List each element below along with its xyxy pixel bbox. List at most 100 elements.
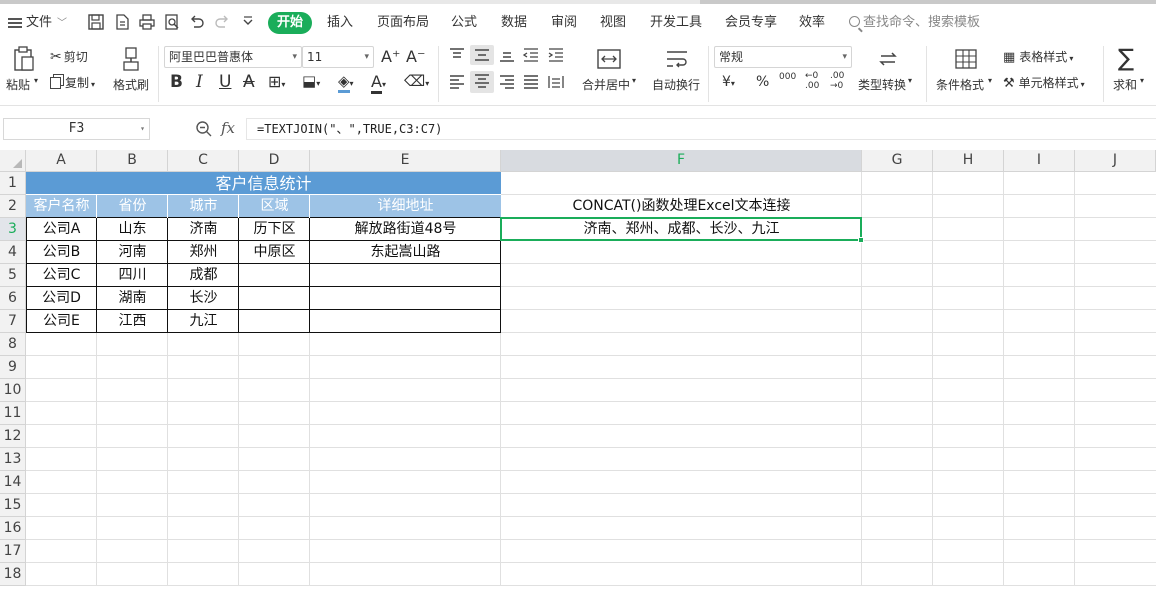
row-header-13[interactable]: 13 [0, 448, 26, 471]
data-cell[interactable] [239, 287, 310, 310]
data-cell[interactable] [310, 310, 501, 333]
row-header-12[interactable]: 12 [0, 425, 26, 448]
data-cell[interactable]: 公司E [26, 310, 97, 333]
row-header-7[interactable]: 7 [0, 310, 26, 333]
data-cell[interactable]: 公司C [26, 264, 97, 287]
column-header-d[interactable]: D [239, 150, 310, 172]
data-cell[interactable]: 公司B [26, 241, 97, 264]
header-cell[interactable]: 省份 [97, 195, 168, 218]
data-cell[interactable]: 山东 [97, 218, 168, 241]
row-header-15[interactable]: 15 [0, 494, 26, 517]
strikethrough-icon[interactable]: A [243, 72, 255, 92]
wrap-text-button[interactable]: 自动换行 [650, 44, 704, 102]
cut-button[interactable]: ✂ 剪切 [50, 48, 88, 65]
name-box[interactable]: F3 ▾ [3, 118, 150, 140]
tab-home[interactable]: 开始 [268, 12, 313, 34]
data-cell[interactable]: 河南 [97, 241, 168, 264]
row-header-2[interactable]: 2 [0, 195, 26, 218]
data-cell[interactable] [239, 310, 310, 333]
header-cell[interactable]: 客户名称 [26, 195, 97, 218]
column-header-f[interactable]: F [501, 150, 862, 172]
select-all-corner[interactable] [0, 150, 26, 172]
thousands-separator-icon[interactable]: 000 [779, 72, 796, 82]
fill-color-icon[interactable]: ◈▾ [338, 72, 354, 93]
underline-icon[interactable]: U [219, 72, 231, 92]
decrease-decimal-icon[interactable]: .00 →0 [830, 71, 844, 91]
table-style-button[interactable]: ▦ 表格样式 ▾ [1003, 48, 1073, 65]
tab-developer[interactable]: 开发工具 [650, 12, 702, 34]
tab-efficiency[interactable]: 效率 [799, 12, 825, 34]
print-preview-icon[interactable] [163, 13, 181, 31]
row-header-5[interactable]: 5 [0, 264, 26, 287]
font-size-select[interactable]: 11 ▾ [302, 46, 374, 68]
redo-icon[interactable] [213, 13, 231, 31]
number-format-select[interactable]: 常规 ▾ [714, 46, 852, 68]
row-header-17[interactable]: 17 [0, 540, 26, 563]
data-cell[interactable]: 成都 [168, 264, 239, 287]
distributed-align-icon[interactable] [547, 74, 565, 90]
export-pdf-icon[interactable] [113, 13, 131, 31]
cell-style-button[interactable]: ⚒ 单元格样式 ▾ [1003, 74, 1085, 91]
quick-access-more-icon[interactable] [239, 13, 257, 31]
align-top-icon[interactable] [448, 47, 466, 63]
increase-decimal-icon[interactable]: ←0.00 [805, 71, 819, 91]
cell-shape-icon[interactable]: ⬓▾ [302, 72, 320, 90]
header-cell[interactable]: 详细地址 [310, 195, 501, 218]
data-cell[interactable]: 江西 [97, 310, 168, 333]
fill-handle[interactable] [858, 237, 864, 243]
data-cell[interactable]: 济南 [168, 218, 239, 241]
column-header-g[interactable]: G [862, 150, 933, 172]
data-cell[interactable]: 公司D [26, 287, 97, 310]
tab-page-layout[interactable]: 页面布局 [377, 12, 429, 34]
tab-view[interactable]: 视图 [600, 12, 626, 34]
data-cell[interactable]: 历下区 [239, 218, 310, 241]
increase-font-icon[interactable]: A⁺ [381, 47, 400, 66]
data-cell[interactable] [239, 264, 310, 287]
row-header-6[interactable]: 6 [0, 287, 26, 310]
row-header-10[interactable]: 10 [0, 379, 26, 402]
row-header-8[interactable]: 8 [0, 333, 26, 356]
active-cell-selection[interactable] [500, 217, 864, 243]
type-convert-button[interactable]: 类型转换 ▾ [858, 44, 918, 102]
clear-format-icon[interactable]: ⌫▾ [404, 72, 429, 90]
data-cell[interactable]: 四川 [97, 264, 168, 287]
row-header-1[interactable]: 1 [0, 172, 26, 195]
currency-icon[interactable]: ¥▾ [722, 74, 735, 90]
data-cell[interactable] [310, 264, 501, 287]
paste-button[interactable]: 粘贴 ▾ [6, 44, 42, 102]
header-cell[interactable]: 城市 [168, 195, 239, 218]
percent-icon[interactable]: % [756, 74, 769, 90]
print-icon[interactable] [138, 13, 156, 31]
data-cell[interactable]: 湖南 [97, 287, 168, 310]
f2-label-cell[interactable]: CONCAT()函数处理Excel文本连接 [501, 195, 862, 218]
increase-indent-icon[interactable] [547, 47, 565, 63]
align-bottom-icon[interactable] [498, 47, 516, 63]
row-header-16[interactable]: 16 [0, 517, 26, 540]
data-cell[interactable]: 中原区 [239, 241, 310, 264]
font-color-icon[interactable]: A▾ [371, 72, 386, 94]
data-cell[interactable]: 东起嵩山路 [310, 241, 501, 264]
data-cell[interactable]: 长沙 [168, 287, 239, 310]
conditional-format-button[interactable]: 条件格式 ▾ [936, 44, 996, 102]
data-cell[interactable] [310, 287, 501, 310]
column-header-c[interactable]: C [168, 150, 239, 172]
formula-input[interactable]: =TEXTJOIN("、",TRUE,C3:C7) [246, 118, 1156, 140]
header-cell[interactable]: 区域 [239, 195, 310, 218]
format-painter-button[interactable]: 格式刷 [112, 44, 152, 102]
row-header-18[interactable]: 18 [0, 563, 26, 586]
data-cell[interactable]: 解放路街道48号 [310, 218, 501, 241]
row-header-4[interactable]: 4 [0, 241, 26, 264]
tab-formulas[interactable]: 公式 [451, 12, 477, 34]
align-right-icon[interactable] [498, 74, 516, 90]
data-cell[interactable]: 九江 [168, 310, 239, 333]
tab-member[interactable]: 会员专享 [725, 12, 777, 34]
insert-function-icon[interactable]: fx [221, 119, 235, 137]
align-left-icon[interactable] [448, 74, 466, 90]
save-icon[interactable] [87, 13, 105, 31]
borders-icon[interactable]: ⊞▾ [268, 72, 285, 91]
merge-center-button[interactable]: 合并居中 ▾ [580, 44, 640, 102]
column-header-h[interactable]: H [933, 150, 1004, 172]
column-header-a[interactable]: A [26, 150, 97, 172]
undo-icon[interactable] [188, 13, 206, 31]
decrease-indent-icon[interactable] [522, 47, 540, 63]
